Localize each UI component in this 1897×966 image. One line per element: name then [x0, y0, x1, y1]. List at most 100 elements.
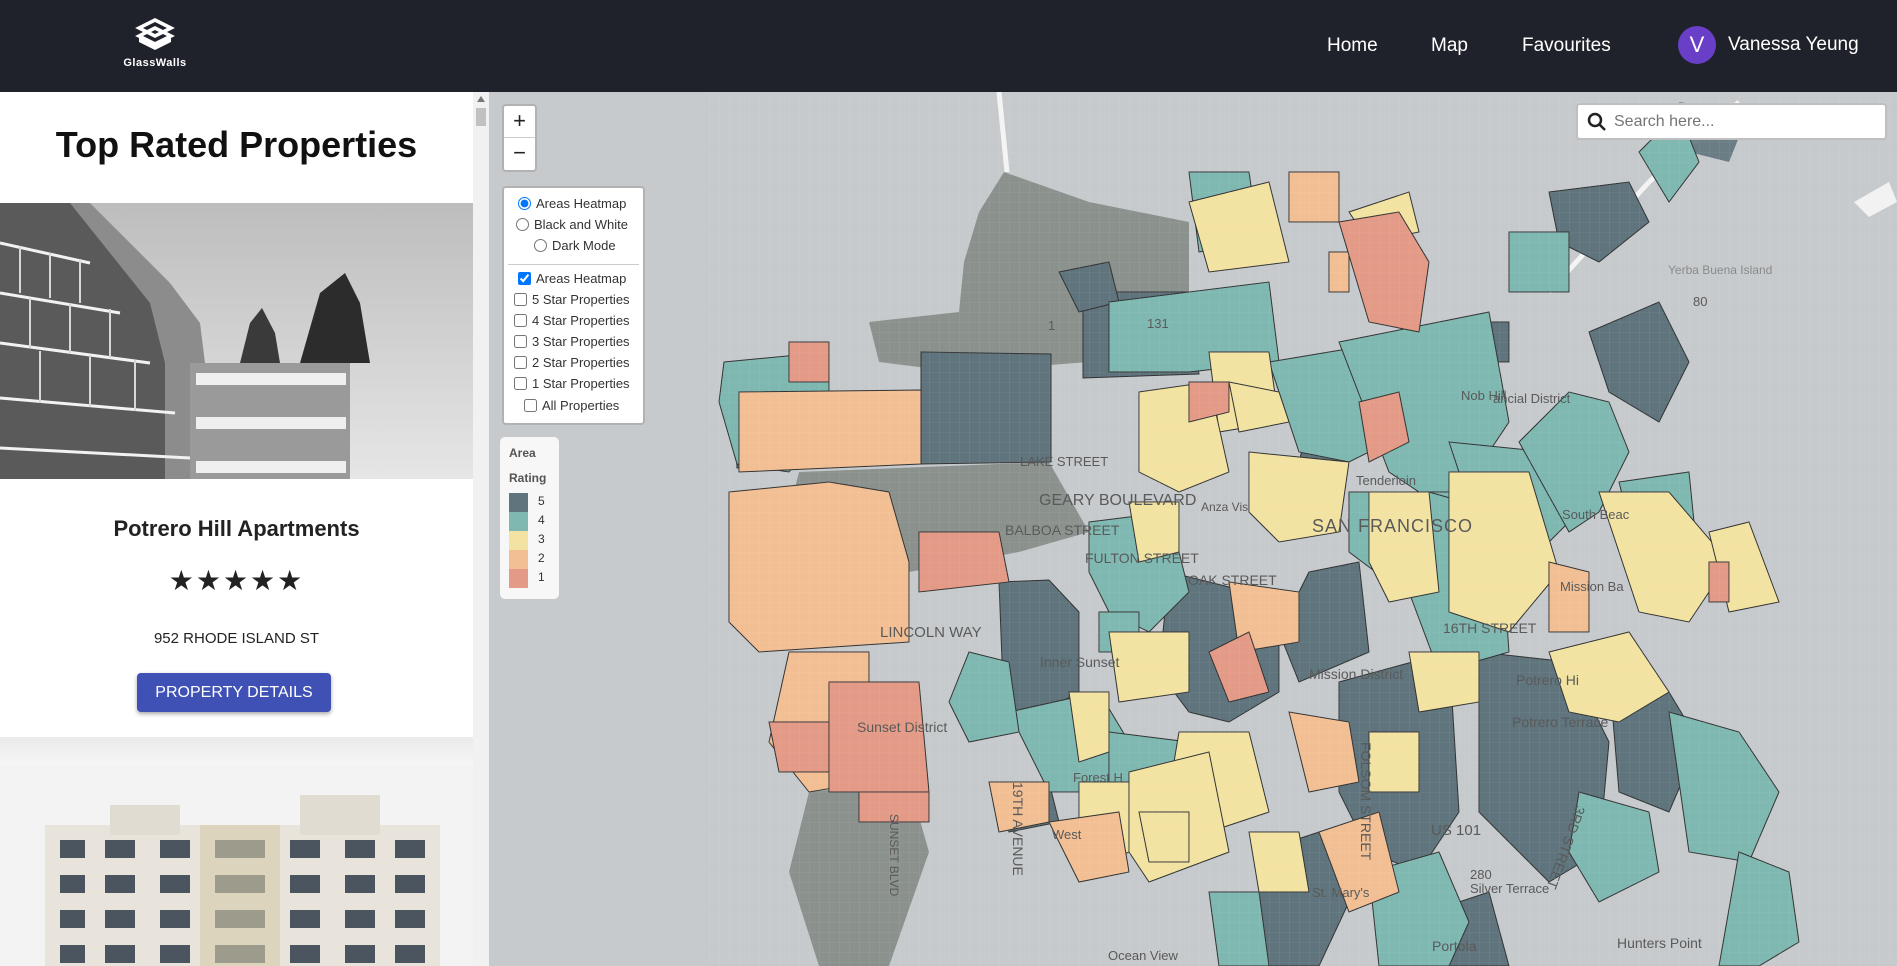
overlay-label: 1 Star Properties: [532, 376, 630, 391]
overlay-checkbox[interactable]: [514, 335, 527, 348]
overlay-option[interactable]: 5 Star Properties: [514, 292, 630, 307]
property-image[interactable]: [0, 765, 473, 966]
overlay-option[interactable]: Areas Heatmap: [518, 271, 626, 286]
search-input[interactable]: [1612, 111, 1872, 133]
legend-label: 2: [538, 551, 545, 565]
overlay-label: 2 Star Properties: [532, 355, 630, 370]
overlay-option[interactable]: 2 Star Properties: [514, 355, 630, 370]
nav-map[interactable]: Map: [1431, 35, 1468, 57]
overlay-checkbox[interactable]: [518, 272, 531, 285]
overlay-label: Areas Heatmap: [536, 271, 627, 286]
overlay-label: 3 Star Properties: [532, 334, 630, 349]
map-label: Tenderloin: [1356, 473, 1416, 488]
map-label: Ocean View: [1108, 948, 1178, 963]
legend-swatch: [509, 531, 528, 550]
overlay-checkbox[interactable]: [514, 314, 527, 327]
map-label: 16TH STREET: [1443, 620, 1537, 636]
legend-swatch: [509, 569, 528, 588]
map-label: GEARY BOULEVARD: [1039, 492, 1197, 509]
map-label: 19TH AVENUE: [1010, 782, 1026, 876]
sidebar-title: Top Rated Properties: [55, 124, 418, 165]
map-label: FULTON STREET: [1085, 550, 1199, 566]
base-layer-option[interactable]: Dark Mode: [534, 238, 616, 253]
search-icon: [1587, 112, 1606, 131]
overlay-option[interactable]: 1 Star Properties: [514, 376, 630, 391]
scrollbar-thumb[interactable]: [476, 108, 486, 126]
map-label: LINCOLN WAY: [880, 624, 982, 641]
overlay-option[interactable]: 4 Star Properties: [514, 313, 630, 328]
map-label: West: [1052, 827, 1082, 842]
base-layer-radio[interactable]: [534, 239, 547, 252]
map-view[interactable]: GEARY BOULEVARD BALBOA STREET FULTON STR…: [489, 92, 1897, 966]
map-label: BALBOA STREET: [1005, 522, 1120, 538]
map-label: Forest H: [1073, 770, 1123, 785]
map-label: 280: [1470, 867, 1492, 882]
nav-home[interactable]: Home: [1327, 35, 1378, 57]
map-label: SAN FRANCISCO: [1312, 516, 1474, 536]
scroll-up-icon[interactable]: [477, 96, 485, 102]
glasswalls-logo-icon: [135, 18, 175, 50]
map-label: 80: [1693, 294, 1708, 309]
sidebar-scrollbar[interactable]: [473, 92, 489, 966]
star-rating: ★★★★★: [168, 565, 305, 596]
user-menu[interactable]: V Vanessa Yeung: [1678, 26, 1859, 64]
overlay-checkbox[interactable]: [524, 399, 537, 412]
map-label: Silver Terrace: [1470, 881, 1550, 896]
property-name: Potrero Hill Apartments: [113, 516, 360, 541]
top-rated-sidebar: Top Rated Properties Potrero Hill Apartm…: [0, 92, 473, 966]
base-layer-option[interactable]: Black and White: [516, 217, 628, 232]
property-image[interactable]: [0, 203, 473, 479]
legend-label: 5: [538, 494, 545, 508]
map-label: Portola: [1432, 938, 1477, 954]
overlay-label: 5 Star Properties: [532, 292, 630, 307]
base-layer-label: Black and White: [534, 217, 628, 232]
heatmap-areas: [709, 92, 1897, 966]
legend-label: 1: [538, 570, 545, 584]
legend-title: Area: [509, 446, 536, 460]
user-name[interactable]: Vanessa Yeung: [1728, 34, 1859, 56]
nav-favourites[interactable]: Favourites: [1522, 35, 1611, 57]
base-layer-label: Dark Mode: [552, 238, 616, 253]
legend-swatch: [509, 493, 528, 512]
map-label: Sunset District: [857, 719, 948, 735]
map-label: Potrero Terrace: [1512, 714, 1609, 730]
map-label: Mission Ba: [1560, 579, 1624, 594]
legend-swatch: [509, 512, 528, 531]
overlay-option[interactable]: All Properties: [524, 398, 619, 413]
map-label: SUNSET BLVD: [887, 814, 901, 897]
apartment-building-photo: [0, 765, 473, 966]
map-label: Potrero Hi: [1516, 672, 1580, 688]
base-layer-option[interactable]: Areas Heatmap: [518, 196, 626, 211]
top-navbar: GlassWalls Home Map Favourites V Vanessa…: [0, 0, 1897, 92]
map-label: St. Mary's: [1312, 885, 1370, 900]
map-label: FOLSOM STREET: [1358, 742, 1374, 861]
apartment-building-photo: [0, 203, 473, 479]
property-details-button[interactable]: PROPERTY DETAILS: [137, 673, 331, 712]
base-layer-label: Areas Heatmap: [536, 196, 627, 211]
map-label: 1: [1048, 318, 1056, 333]
brand-logo[interactable]: GlassWalls: [115, 18, 195, 76]
overlay-checkbox[interactable]: [514, 356, 527, 369]
legend-label: 4: [538, 513, 545, 527]
avatar[interactable]: V: [1678, 26, 1716, 64]
zoom-control: + −: [502, 104, 537, 172]
legend-title: Rating: [509, 471, 547, 485]
map-label: Hunters Point: [1617, 935, 1702, 951]
area-rating-legend: Area Rating 5 4 3 2 1: [500, 437, 559, 599]
map-label: 131: [1147, 316, 1169, 331]
overlay-option[interactable]: 3 Star Properties: [514, 334, 630, 349]
overlay-checkbox[interactable]: [514, 377, 527, 390]
map-label: Inner Sunset: [1040, 654, 1120, 670]
brand-name: GlassWalls: [123, 57, 187, 69]
map-label: Mission District: [1309, 666, 1404, 682]
base-layer-radio[interactable]: [518, 197, 531, 210]
zoom-out-button[interactable]: −: [504, 138, 535, 170]
overlay-checkbox[interactable]: [514, 293, 527, 306]
map-label: LAKE STREET: [1020, 454, 1109, 469]
base-layer-radio[interactable]: [516, 218, 529, 231]
overlay-label: All Properties: [542, 398, 620, 413]
zoom-in-button[interactable]: +: [504, 106, 535, 138]
map-label: OAK STREET: [1188, 572, 1277, 588]
legend-swatch: [509, 550, 528, 569]
map-label: US 101: [1431, 822, 1482, 839]
